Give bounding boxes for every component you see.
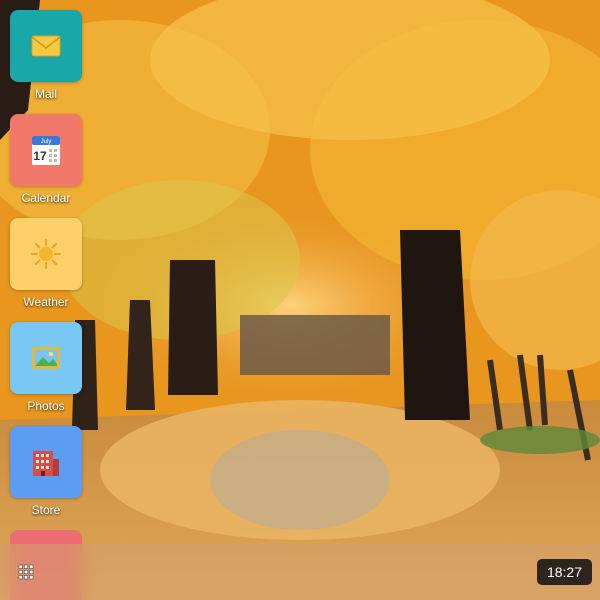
sun-icon	[31, 239, 61, 269]
app-mail[interactable]: Mail	[10, 10, 82, 101]
app-store-label: Store	[31, 503, 61, 517]
app-store-tile[interactable]	[10, 426, 82, 498]
app-mail-label: Mail	[34, 87, 57, 101]
taskbar	[0, 544, 600, 600]
taskbar-clock[interactable]: 18:27	[536, 559, 592, 585]
app-photos[interactable]: Photos	[10, 322, 82, 413]
desktop: Mail July 17 Calendar Weather Photos Sto…	[0, 0, 600, 600]
app-calendar[interactable]: July 17 Calendar	[10, 114, 82, 205]
app-weather[interactable]: Weather	[10, 218, 82, 309]
app-weather-tile[interactable]	[10, 218, 82, 290]
calendar-month: July	[41, 139, 52, 145]
calendar-day: 17	[33, 149, 47, 163]
building-icon	[33, 451, 59, 476]
calendar-icon: July 17	[32, 136, 60, 165]
app-store[interactable]: Store	[10, 426, 82, 517]
app-calendar-label: Calendar	[21, 191, 71, 205]
app-photos-label: Photos	[27, 399, 65, 413]
desktop-icon-column: Mail July 17 Calendar Weather Photos Sto…	[0, 0, 92, 600]
start-button[interactable]	[10, 544, 82, 600]
app-weather-label: Weather	[23, 295, 69, 309]
app-calendar-tile[interactable]: July 17	[10, 114, 82, 186]
grid-icon	[18, 564, 34, 580]
app-mail-tile[interactable]	[10, 10, 82, 82]
envelope-icon	[31, 35, 61, 57]
app-photos-tile[interactable]	[10, 322, 82, 394]
photo-icon	[32, 347, 60, 369]
